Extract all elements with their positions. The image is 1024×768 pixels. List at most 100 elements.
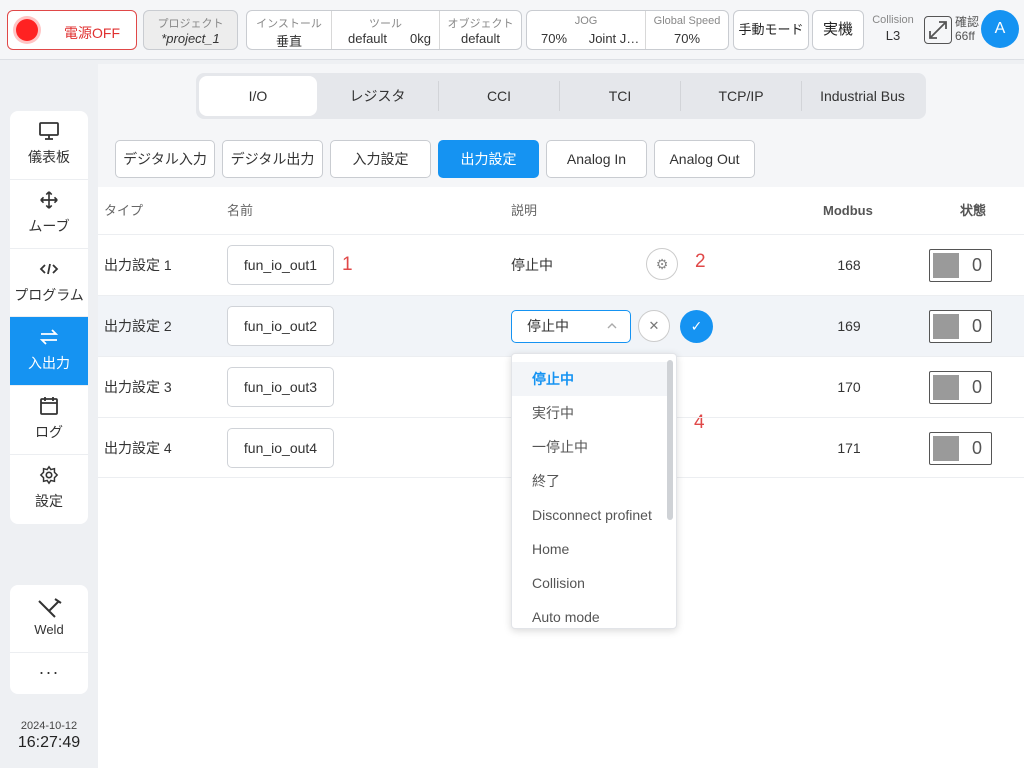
- subtab-digital-input[interactable]: デジタル入力: [115, 140, 215, 178]
- annotation-marker: 1: [342, 254, 353, 275]
- select-value: 停止中: [527, 318, 569, 334]
- sidebar-item-move[interactable]: ムーブ: [10, 180, 88, 249]
- state-square-icon: [933, 314, 959, 339]
- collision-caption: Collision: [872, 14, 914, 26]
- header-modbus: Modbus: [823, 203, 873, 218]
- date-text: 2024-10-12: [20, 720, 78, 732]
- sidebar-item-label: ムーブ: [28, 217, 70, 234]
- sidebar-item-label: プログラム: [14, 286, 84, 303]
- tool-segment[interactable]: ツール default 0kg: [331, 11, 439, 49]
- header-description: 説明: [511, 203, 538, 218]
- tab-tcpip[interactable]: TCP/IP: [680, 81, 801, 111]
- confirm-value: 66ff: [955, 29, 975, 43]
- table-row: 出力設定 1 fun_io_out1 1 停止中 ⚙ 2 168 0: [98, 234, 1024, 295]
- tab-bar: I/O レジスタ CCI TCI TCP/IP Industrial Bus: [196, 73, 926, 119]
- dropdown-option[interactable]: 停止中: [512, 362, 672, 396]
- sidebar-item-label: 儀表板: [28, 149, 70, 165]
- tool-value: default: [348, 31, 388, 46]
- state-value: 0: [971, 438, 982, 458]
- dropdown-option[interactable]: 実行中: [512, 396, 672, 430]
- power-button[interactable]: 電源OFF: [7, 10, 137, 50]
- sidebar-item-dashboard[interactable]: 儀表板: [10, 111, 88, 180]
- subtab-analog-in[interactable]: Analog In: [546, 140, 647, 178]
- install-tool-object-panel[interactable]: インストール 垂直 ツール default 0kg オブジェクト default: [246, 10, 522, 50]
- sidebar-item-label: ログ: [35, 424, 63, 441]
- name-field[interactable]: fun_io_out4: [227, 428, 334, 468]
- sidebar-item-log[interactable]: ログ: [10, 386, 88, 455]
- state-value: 0: [971, 377, 982, 397]
- name-field[interactable]: fun_io_out2: [227, 306, 334, 346]
- install-segment[interactable]: インストール 垂直: [247, 11, 331, 49]
- avatar[interactable]: A: [981, 10, 1019, 48]
- dropdown-option[interactable]: Disconnect profinet: [512, 498, 672, 532]
- cancel-button[interactable]: ✕: [638, 310, 670, 342]
- subtab-analog-out[interactable]: Analog Out: [654, 140, 755, 178]
- dropdown-option[interactable]: Home: [512, 532, 672, 566]
- collision-value: L3: [885, 28, 901, 43]
- jog-speed-panel[interactable]: JOG 70% Joint J… Global Speed 70%: [526, 10, 729, 50]
- object-segment[interactable]: オブジェクト default: [439, 11, 521, 49]
- tab-cci[interactable]: CCI: [438, 81, 559, 111]
- sidebar-item-settings[interactable]: 設定: [10, 455, 88, 524]
- description-select[interactable]: 停止中: [511, 310, 631, 343]
- row-type: 出力設定 4: [104, 440, 172, 456]
- tool-caption: ツール: [369, 18, 402, 30]
- expand-icon[interactable]: [924, 16, 952, 44]
- move-icon: [40, 191, 58, 209]
- state-square-icon: [933, 375, 959, 400]
- subtab-digital-output[interactable]: デジタル出力: [222, 140, 323, 178]
- row-modbus: 169: [837, 318, 861, 334]
- real-machine-button[interactable]: 実機: [812, 10, 864, 50]
- subtab-input-config[interactable]: 入力設定: [330, 140, 431, 178]
- time-text: 16:27:49: [17, 734, 81, 751]
- clock: 2024-10-12 16:27:49: [10, 720, 88, 752]
- jog-segment[interactable]: JOG 70% Joint J…: [527, 11, 645, 49]
- sidebar-item-label: 設定: [35, 492, 63, 509]
- row-modbus: 170: [837, 379, 861, 395]
- sidebar-item-program[interactable]: プログラム: [10, 249, 88, 318]
- jog-caption: JOG: [574, 15, 598, 27]
- more-icon[interactable]: ···: [10, 653, 88, 691]
- row-type: 出力設定 1: [104, 257, 172, 273]
- sidebar-item-io[interactable]: 入出力: [10, 317, 88, 387]
- confirm-label: 確認: [955, 15, 980, 29]
- dropdown-option[interactable]: 一停止中: [512, 430, 672, 464]
- state-square-icon: [933, 436, 959, 461]
- header-state: 状態: [960, 203, 987, 218]
- monitor-icon: [39, 122, 59, 140]
- state-indicator: 0: [929, 432, 992, 465]
- check-icon: ✓: [690, 318, 703, 334]
- dropdown-option[interactable]: Auto mode: [512, 600, 672, 628]
- gear-icon: ⚙: [655, 256, 669, 272]
- subtab-output-config[interactable]: 出力設定: [438, 140, 539, 178]
- tab-industrial-bus[interactable]: Industrial Bus: [801, 81, 923, 111]
- install-caption: インストール: [256, 18, 322, 30]
- edit-settings-button[interactable]: ⚙: [646, 248, 678, 280]
- collision-level[interactable]: Collision L3: [868, 14, 918, 43]
- global-speed-caption: Global Speed: [653, 15, 721, 27]
- dropdown-scrollbar[interactable]: [667, 360, 673, 520]
- sidebar: 儀表板 ムーブ プログラム 入出力 ログ 設定: [10, 111, 88, 524]
- global-speed-segment[interactable]: Global Speed 70%: [645, 11, 728, 49]
- confirm-button[interactable]: ✓: [680, 310, 713, 343]
- jog-mode: Joint J…: [588, 31, 640, 46]
- table-row: 出力設定 2 fun_io_out2 停止中 ✕ ✓ 169 0: [98, 295, 1024, 356]
- install-value: 垂直: [275, 34, 302, 49]
- global-speed-value: 70%: [673, 31, 701, 46]
- tab-register[interactable]: レジスタ: [317, 76, 438, 116]
- swap-icon: [39, 329, 59, 346]
- tab-tci[interactable]: TCI: [559, 81, 680, 111]
- tab-io[interactable]: I/O: [199, 76, 317, 116]
- project-caption: プロジェクト: [157, 18, 224, 30]
- dropdown-option[interactable]: Collision: [512, 566, 672, 600]
- manual-mode-button[interactable]: 手動モード: [733, 10, 809, 50]
- row-type: 出力設定 3: [104, 379, 172, 395]
- name-field[interactable]: fun_io_out3: [227, 367, 334, 407]
- state-indicator: 0: [929, 249, 992, 282]
- dropdown-option[interactable]: 終了: [512, 464, 672, 498]
- jog-value: 70%: [541, 31, 568, 46]
- project-selector[interactable]: プロジェクト *project_1: [143, 10, 238, 50]
- power-label: 電源OFF: [64, 25, 120, 41]
- weld-button[interactable]: Weld: [10, 585, 88, 653]
- name-field[interactable]: fun_io_out1: [227, 245, 334, 285]
